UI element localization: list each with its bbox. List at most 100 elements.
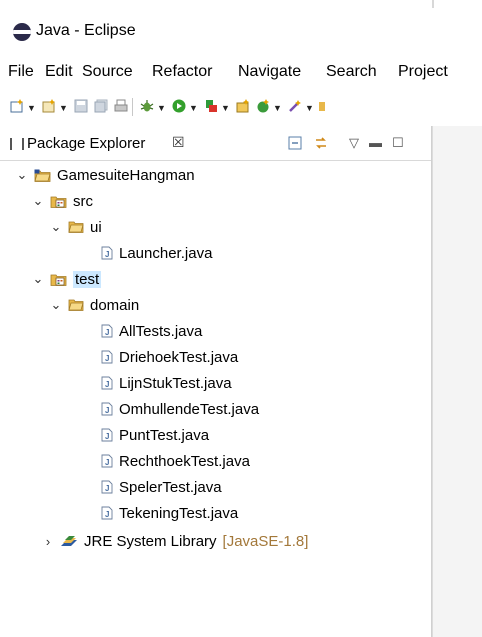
save-icon[interactable]	[74, 99, 88, 113]
save-all-icon[interactable]	[94, 99, 108, 113]
source-folder-icon	[50, 274, 67, 286]
chevron-down-icon[interactable]: ⌄	[30, 271, 46, 287]
menu-file[interactable]: File	[8, 63, 34, 81]
java-file-icon: J	[101, 246, 113, 260]
tree-item-java-file[interactable]: J OmhullendeTest.java	[97, 396, 259, 422]
view-tab-bar: Package Explorer ☒ ▽ ▬ ☐	[0, 126, 431, 161]
svg-text:J: J	[105, 432, 109, 441]
chevron-down-icon[interactable]: ⌄	[48, 297, 64, 313]
svg-text:J: J	[105, 380, 109, 389]
package-explorer-icon	[10, 138, 24, 150]
new-project-icon[interactable]	[42, 99, 56, 113]
tree-item-java-file[interactable]: J DriehoekTest.java	[97, 344, 238, 370]
tree-item-label: ui	[90, 218, 102, 236]
tree-item-java-file[interactable]: J SpelerTest.java	[97, 474, 222, 500]
tree-item-ui-package[interactable]: ⌄ ui	[48, 214, 102, 240]
package-folder-icon	[68, 299, 84, 311]
tree-item-label: test	[73, 270, 102, 288]
tree-item-label: DriehoekTest.java	[119, 348, 239, 366]
tree-item-label: Launcher.java	[119, 244, 213, 262]
java-file-icon: J	[101, 428, 113, 442]
overflow-icon[interactable]	[318, 99, 332, 113]
tree-item-src[interactable]: ⌄ src	[30, 188, 93, 214]
chevron-down-icon[interactable]: ▼	[157, 103, 166, 113]
minimize-icon[interactable]: ▬	[369, 135, 382, 150]
svg-text:J: J	[105, 328, 109, 337]
svg-text:J: J	[105, 250, 109, 259]
run-icon[interactable]	[172, 99, 186, 113]
tree-item-project[interactable]: ⌄ GamesuiteHangman	[14, 162, 195, 188]
source-folder-icon	[50, 196, 67, 208]
view-menu-icon[interactable]: ▽	[349, 135, 359, 151]
menu-project[interactable]: Project	[398, 63, 448, 81]
editor-area	[432, 126, 482, 637]
tab-package-explorer[interactable]: Package Explorer	[27, 135, 145, 152]
chevron-down-icon[interactable]: ▼	[189, 103, 198, 113]
tree-item-java-file[interactable]: J RechthoekTest.java	[97, 448, 250, 474]
menu-bar: File Edit Source Refactor Navigate Searc…	[0, 58, 482, 86]
chevron-right-icon[interactable]: ›	[40, 534, 56, 549]
tree-item-jre-library[interactable]: › JRE System Library [JavaSE-1.8]	[40, 528, 309, 554]
java-file-icon: J	[101, 506, 113, 520]
tree-item-test[interactable]: ⌄ test	[30, 266, 102, 292]
maximize-icon[interactable]: ☐	[392, 135, 404, 151]
new-package-icon[interactable]	[256, 99, 270, 113]
project-folder-icon	[34, 169, 51, 182]
run-external-icon[interactable]	[204, 99, 218, 113]
svg-text:J: J	[105, 458, 109, 467]
chevron-down-icon[interactable]: ▼	[221, 103, 230, 113]
java-file-icon: J	[101, 376, 113, 390]
package-folder-icon	[68, 221, 84, 233]
svg-text:J: J	[105, 484, 109, 493]
java-file-icon: J	[101, 480, 113, 494]
menu-source[interactable]: Source	[82, 63, 133, 81]
toolbar-separator	[132, 98, 133, 116]
tree-item-label: SpelerTest.java	[119, 478, 222, 496]
menu-search[interactable]: Search	[326, 63, 377, 81]
chevron-down-icon[interactable]: ▼	[27, 103, 36, 113]
tree-item-java-file[interactable]: J PuntTest.java	[97, 422, 209, 448]
chevron-down-icon[interactable]: ▼	[59, 103, 68, 113]
window-edge	[432, 0, 434, 8]
menu-refactor[interactable]: Refactor	[152, 63, 212, 81]
collapse-all-icon[interactable]	[288, 136, 302, 150]
java-file-icon: J	[101, 324, 113, 338]
new-class-icon[interactable]	[236, 99, 250, 113]
link-with-editor-icon[interactable]	[313, 135, 329, 151]
tree-item-java-file[interactable]: J LijnStukTest.java	[97, 370, 232, 396]
menu-navigate[interactable]: Navigate	[238, 63, 301, 81]
new-wizard-icon[interactable]	[10, 99, 24, 113]
chevron-down-icon[interactable]: ⌄	[30, 193, 46, 209]
tree-item-label: OmhullendeTest.java	[119, 400, 260, 418]
java-file-icon: J	[101, 402, 113, 416]
tree-item-java-file[interactable]: J TekeningTest.java	[97, 500, 238, 526]
debug-icon[interactable]	[140, 99, 154, 113]
java-file-icon: J	[101, 454, 113, 468]
tree-item-label: domain	[90, 296, 140, 314]
tree-item-label: TekeningTest.java	[119, 504, 239, 522]
svg-text:J: J	[105, 510, 109, 519]
title-bar: Java - Eclipse	[0, 0, 482, 54]
tree-item-label: RechthoekTest.java	[119, 452, 250, 470]
svg-text:J: J	[105, 406, 109, 415]
close-icon[interactable]: ☒	[172, 134, 185, 151]
tree-item-label: src	[73, 192, 93, 210]
tree-item-label: AllTests.java	[119, 322, 203, 340]
chevron-down-icon[interactable]: ▼	[273, 103, 282, 113]
java-file-icon: J	[101, 350, 113, 364]
menu-edit[interactable]: Edit	[45, 63, 73, 81]
open-type-icon[interactable]	[288, 99, 302, 113]
print-icon[interactable]	[114, 99, 128, 113]
window-title: Java - Eclipse	[36, 22, 136, 39]
tree-item-label: GamesuiteHangman	[57, 166, 195, 184]
tree-item-domain-package[interactable]: ⌄ domain	[48, 292, 140, 318]
jre-version-decoration: [JavaSE-1.8]	[222, 532, 309, 550]
tree-item-java-file[interactable]: J AllTests.java	[97, 318, 202, 344]
chevron-down-icon[interactable]: ▼	[305, 103, 314, 113]
main-toolbar: ▼ ▼ ▼ ▼ ▼ ▼ ▼	[0, 90, 482, 122]
tree-item-launcher[interactable]: J Launcher.java	[97, 240, 212, 266]
package-explorer-view: Package Explorer ☒ ▽ ▬ ☐ ⌄ GamesuiteHang…	[0, 126, 432, 637]
chevron-down-icon[interactable]: ⌄	[48, 219, 64, 235]
tree-item-label: LijnStukTest.java	[119, 374, 232, 392]
chevron-down-icon[interactable]: ⌄	[14, 167, 30, 183]
